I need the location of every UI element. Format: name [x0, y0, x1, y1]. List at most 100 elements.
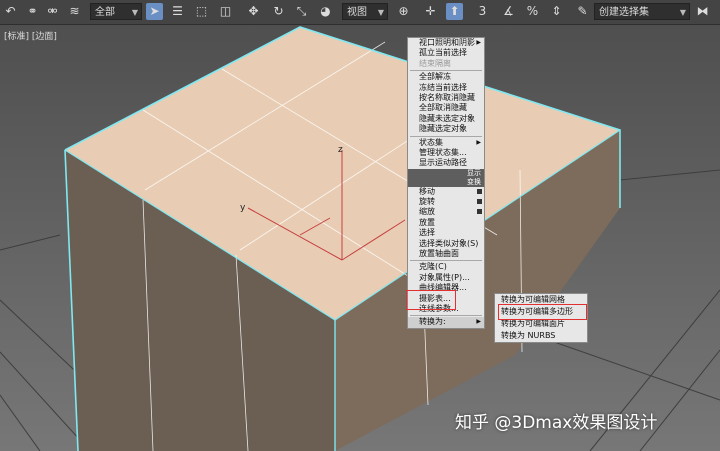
menu-item-label: 结束隔离 [419, 58, 451, 68]
menu-item-label: 连线参数... [419, 303, 459, 313]
menu-item[interactable]: 孤立当前选择 [408, 48, 484, 58]
link-icon[interactable]: ⚭ [24, 3, 41, 20]
select-and-place-icon[interactable]: ◕ [317, 3, 334, 20]
mirror-icon[interactable]: ⧓ [694, 3, 711, 20]
submenu-item[interactable]: 转换为可编辑面片 [495, 318, 587, 330]
quad-context-menu: 视口照明和阴影 ▶ 孤立当前选择 结束隔离 全部解冻 冻结当前选择 按名称取消隐藏 全部取消隐… [407, 37, 485, 329]
select-and-scale-icon[interactable]: ⤡ [293, 3, 310, 20]
window-crossing-icon[interactable]: ◫ [217, 3, 234, 20]
reference-coordinate-dropdown[interactable]: 视图 ▼ [342, 3, 388, 20]
menu-item[interactable]: 管理状态集... [408, 148, 484, 158]
submenu-arrow-icon: ▶ [476, 138, 481, 146]
settings-box-icon[interactable] [477, 199, 482, 205]
menu-separator [410, 70, 482, 72]
display-quadrant: 视口照明和阴影 ▶ 孤立当前选择 结束隔离 全部解冻 冻结当前选择 按名称取消隐藏 全部取消隐… [408, 38, 484, 169]
perspective-viewport[interactable]: z y [标准] [边面] 视口照明和阴影 ▶ 孤立当前选择 结束隔离 全部解冻 冻结当前… [0, 25, 720, 451]
main-toolbar: ↶ ⚭ ⚮ ≋ 全部 ▼ ➤ ☰ ⬚ ◫ ✥ ↻ ⤡ ◕ 视图 ▼ ⊕ ✛ ⬆ … [0, 0, 720, 25]
menu-separator [410, 315, 482, 317]
menu-item[interactable]: 对象属性(P)... [408, 273, 484, 283]
menu-item[interactable]: 克隆(C) [408, 262, 484, 272]
submenu-arrow-icon: ▶ [476, 318, 481, 326]
menu-item[interactable]: 视口照明和阴影 ▶ [408, 38, 484, 48]
viewport-label[interactable]: [标准] [边面] [4, 29, 57, 42]
menu-item-label: 对象属性(P)... [419, 272, 470, 282]
unlink-icon[interactable]: ⚮ [44, 3, 61, 20]
menu-item[interactable]: 选择 [408, 228, 484, 238]
menu-item-label: 转换为: [419, 317, 446, 327]
menu-item-label: 全部解冻 [419, 72, 451, 82]
submenu-item[interactable]: 转换为 NURBS [495, 330, 587, 342]
settings-box-icon[interactable] [477, 209, 482, 215]
submenu-item[interactable]: 转换为可编辑网格 [495, 294, 587, 306]
menu-item-label: 孤立当前选择 [419, 48, 467, 58]
menu-item[interactable]: 结束隔离 [408, 59, 484, 69]
keyboard-shortcut-toggle-icon[interactable]: ⬆ [446, 3, 463, 20]
settings-box-icon[interactable] [477, 188, 482, 194]
menu-item-label: 视口照明和阴影 [419, 38, 475, 47]
axis-label-y: y [240, 203, 246, 213]
quadrant-header-display: 显示 [408, 168, 484, 178]
menu-item-label: 显示运动路径 [419, 158, 467, 168]
menu-item-label: 放置 [419, 217, 435, 227]
transform-quadrant: 移动 旋转 缩放 放置 选择 选择类似对象(S) 放置轴曲面克隆(C) 对象属性(P)... 曲… [408, 187, 484, 328]
rectangular-selection-icon[interactable]: ⬚ [193, 3, 210, 20]
menu-item[interactable]: 隐藏选定对象 [408, 124, 484, 134]
menu-item[interactable]: 选择类似对象(S) [408, 239, 484, 249]
selection-filter-value: 全部 [95, 7, 115, 18]
menu-item[interactable]: 全部解冻 [408, 72, 484, 82]
menu-item-label: 隐藏未选定对象 [419, 113, 475, 123]
menu-item-label: 旋转 [419, 197, 435, 207]
axis-label-z: z [338, 145, 343, 155]
manipulate-icon[interactable]: ✛ [422, 3, 439, 20]
menu-item[interactable]: 按名称取消隐藏 [408, 93, 484, 103]
menu-item-label: 按名称取消隐藏 [419, 92, 475, 102]
menu-item[interactable]: 放置轴曲面 [408, 249, 484, 259]
select-and-move-icon[interactable]: ✥ [245, 3, 262, 20]
menu-item-label: 曲线编辑器... [419, 283, 467, 293]
menu-item-label: 全部取消隐藏 [419, 103, 467, 113]
menu-item[interactable]: 旋转 [408, 197, 484, 207]
menu-item[interactable]: 缩放 [408, 207, 484, 217]
menu-separator [410, 260, 482, 262]
bind-spacewarp-icon[interactable]: ≋ [66, 3, 83, 20]
menu-separator [410, 135, 482, 137]
menu-item-label: 放置轴曲面 [419, 249, 459, 259]
named-selection-set-dropdown[interactable]: 创建选择集 ▼ [594, 3, 690, 20]
submenu-arrow-icon: ▶ [476, 39, 481, 46]
submenu-item[interactable]: 转换为可编辑多边形 [495, 306, 587, 318]
chevron-down-icon: ▼ [679, 8, 686, 17]
pivot-center-icon[interactable]: ⊕ [395, 3, 412, 20]
chevron-down-icon: ▼ [377, 8, 384, 17]
menu-item[interactable]: 显示运动路径 [408, 158, 484, 168]
snaps-toggle-icon[interactable]: 3 [474, 3, 491, 20]
spinner-snap-icon[interactable]: ⇕ [548, 3, 565, 20]
menu-item[interactable]: 移动 [408, 187, 484, 197]
menu-item[interactable]: 曲线编辑器... [408, 283, 484, 293]
select-and-rotate-icon[interactable]: ↻ [270, 3, 287, 20]
selection-filter-dropdown[interactable]: 全部 ▼ [90, 3, 142, 20]
menu-item[interactable]: 摄影表... [408, 294, 484, 304]
menu-item[interactable]: 隐藏未选定对象 [408, 114, 484, 124]
menu-item-label: 克隆(C) [419, 262, 447, 272]
menu-item-label: 隐藏选定对象 [419, 124, 467, 134]
undo-icon[interactable]: ↶ [2, 3, 19, 20]
select-object-icon[interactable]: ➤ [146, 3, 163, 20]
menu-item[interactable]: 放置 [408, 218, 484, 228]
menu-item-label: 缩放 [419, 207, 435, 217]
menu-item[interactable]: 连线参数... [408, 304, 484, 314]
menu-item[interactable]: 冻结当前选择 [408, 83, 484, 93]
menu-item-label: 冻结当前选择 [419, 82, 467, 92]
select-by-name-icon[interactable]: ☰ [169, 3, 186, 20]
menu-item[interactable]: 转换为: ▶ [408, 317, 484, 328]
convert-to-submenu: 转换为可编辑网格 转换为可编辑多边形 转换为可编辑面片 转换为 NURBS [494, 293, 588, 343]
quadrant-header-transform: 变换 [408, 177, 484, 187]
menu-item[interactable]: 全部取消隐藏 [408, 103, 484, 113]
menu-item-label: 管理状态集... [419, 147, 467, 157]
menu-item[interactable]: 状态集 ▶ [408, 138, 484, 148]
edit-named-selection-icon[interactable]: ✎ [574, 3, 591, 20]
menu-item-label: 移动 [419, 186, 435, 196]
percent-snap-icon[interactable]: % [524, 3, 541, 20]
menu-item-label: 摄影表... [419, 293, 451, 303]
menu-item-label: 状态集 [419, 137, 443, 147]
angle-snap-icon[interactable]: ∡ [500, 3, 517, 20]
